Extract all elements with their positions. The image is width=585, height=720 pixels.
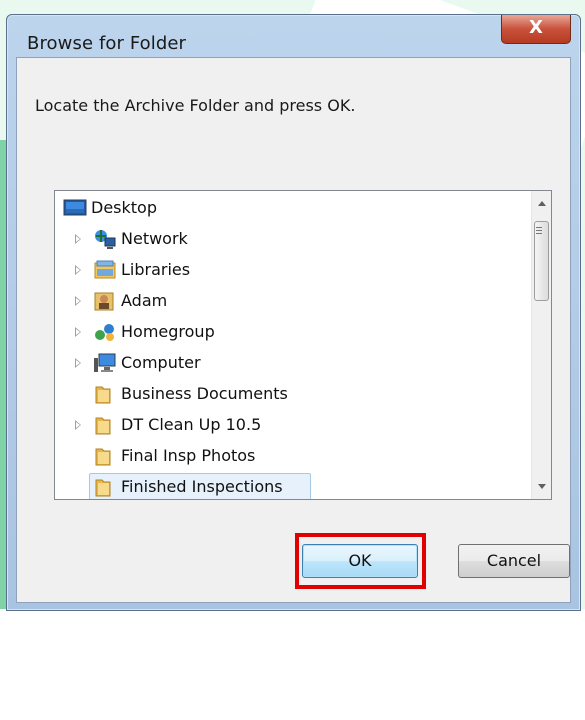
- tree-item-computer[interactable]: Computer: [55, 348, 531, 378]
- tree-item-label: Final Insp Photos: [121, 446, 256, 465]
- folder-icon: [93, 414, 115, 436]
- desktop-icon: [63, 197, 87, 219]
- tree-item-label: DT Clean Up 10.5: [121, 415, 262, 434]
- folder-icon: [93, 476, 115, 498]
- tree-item-label: Libraries: [121, 260, 191, 279]
- expand-arrow-icon[interactable]: [75, 327, 81, 337]
- scroll-thumb[interactable]: [534, 221, 549, 301]
- network-icon: [93, 228, 116, 250]
- computer-icon: [93, 352, 116, 374]
- cancel-button[interactable]: Cancel: [458, 544, 570, 578]
- tree-item-desktop[interactable]: Desktop: [55, 193, 531, 223]
- folder-icon: [93, 383, 115, 405]
- tree-item-label: Network: [121, 229, 188, 248]
- user-folder-icon: [93, 290, 115, 312]
- tree-item-network[interactable]: Network: [55, 224, 531, 254]
- dialog-body: Locate the Archive Folder and press OK. …: [16, 57, 571, 603]
- grip-icon: [536, 227, 542, 228]
- expand-arrow-icon[interactable]: [75, 358, 81, 368]
- libraries-icon: [93, 259, 116, 281]
- folder-tree[interactable]: Desktop Network Libraries Adam Homegroup…: [54, 190, 552, 500]
- tree-item-adam[interactable]: Adam: [55, 286, 531, 316]
- tree-item-business-documents[interactable]: Business Documents: [55, 379, 531, 409]
- expand-arrow-icon[interactable]: [75, 420, 81, 430]
- tree-item-finished-inspections[interactable]: Finished Inspections: [55, 472, 531, 499]
- expand-arrow-icon[interactable]: [75, 265, 81, 275]
- tree-item-libraries[interactable]: Libraries: [55, 255, 531, 285]
- vertical-scrollbar[interactable]: [531, 191, 551, 499]
- expand-arrow-icon[interactable]: [75, 296, 81, 306]
- folder-icon: [93, 445, 115, 467]
- title-bar[interactable]: Browse for Folder X: [7, 15, 580, 57]
- tree-item-dt-clean-up[interactable]: DT Clean Up 10.5: [55, 410, 531, 440]
- tree-item-homegroup[interactable]: Homegroup: [55, 317, 531, 347]
- dialog-title: Browse for Folder: [27, 33, 187, 54]
- expand-arrow-icon[interactable]: [75, 234, 81, 244]
- close-button[interactable]: X: [501, 15, 571, 44]
- tree-item-label: Finished Inspections: [121, 477, 283, 496]
- ok-button[interactable]: OK: [302, 544, 418, 578]
- scroll-down-icon[interactable]: [538, 484, 546, 489]
- tree-item-label: Computer: [121, 353, 201, 372]
- instruction-text: Locate the Archive Folder and press OK.: [35, 96, 356, 115]
- tree-item-label: Adam: [121, 291, 168, 310]
- homegroup-icon: [93, 321, 115, 343]
- browse-for-folder-dialog: Browse for Folder X Locate the Archive F…: [6, 14, 581, 611]
- tree-item-label: Business Documents: [121, 384, 288, 403]
- tree-item-label: Homegroup: [121, 322, 215, 341]
- scroll-up-icon[interactable]: [538, 201, 546, 206]
- tree-item-final-insp-photos[interactable]: Final Insp Photos: [55, 441, 531, 471]
- tree-item-label: Desktop: [91, 198, 157, 217]
